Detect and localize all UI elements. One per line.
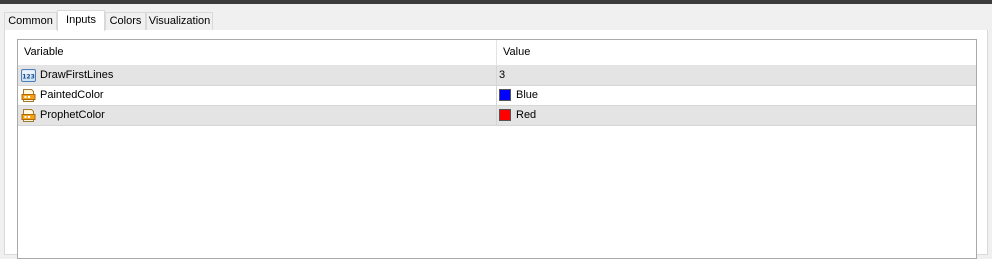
tab-bar: Common Inputs Colors Visualization <box>4 10 988 31</box>
inputs-grid[interactable]: Variable Value 123 DrawFirstLines 3 Pain… <box>17 39 977 259</box>
integer-123-icon: 123 <box>21 69 36 82</box>
color-parameter-icon <box>21 89 36 102</box>
inputs-panel: Variable Value 123 DrawFirstLines 3 Pain… <box>4 30 988 259</box>
table-row[interactable]: ProphetColor Red <box>18 106 976 126</box>
table-row[interactable]: PaintedColor Blue <box>18 86 976 106</box>
color-swatch <box>499 89 511 101</box>
tab-colors[interactable]: Colors <box>105 12 146 30</box>
column-header-variable[interactable]: Variable <box>18 40 496 65</box>
variable-name: PaintedColor <box>40 89 104 101</box>
tab-visualization[interactable]: Visualization <box>146 12 213 30</box>
variable-name: DrawFirstLines <box>40 69 114 81</box>
variable-value[interactable]: 3 <box>499 66 505 85</box>
tab-inputs[interactable]: Inputs <box>57 10 105 31</box>
window-top-strip <box>0 0 992 4</box>
table-row[interactable]: 123 DrawFirstLines 3 <box>18 66 976 86</box>
color-parameter-icon <box>21 109 36 122</box>
tab-common[interactable]: Common <box>4 12 57 30</box>
column-header-value[interactable]: Value <box>497 40 976 65</box>
svg-text:123: 123 <box>22 74 35 81</box>
grid-header: Variable Value <box>18 40 976 66</box>
variable-name: ProphetColor <box>40 109 105 121</box>
color-swatch <box>499 109 511 121</box>
